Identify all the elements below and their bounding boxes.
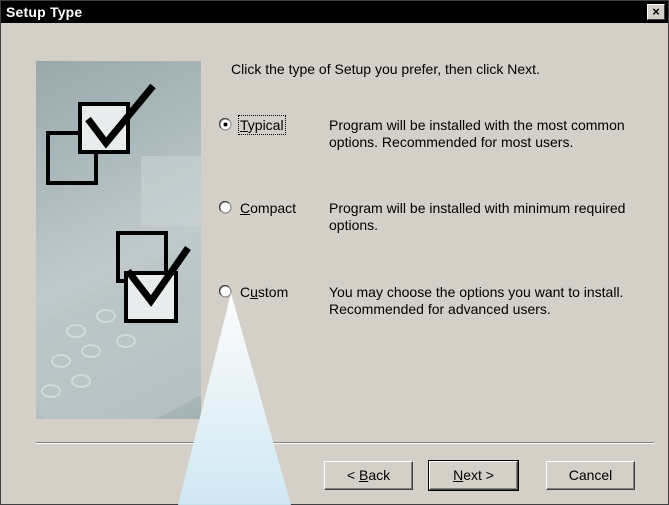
close-icon: × <box>652 4 660 19</box>
button-separator <box>36 442 654 444</box>
option-typical-description: Program will be installed with the most … <box>329 117 625 150</box>
instruction-text: Click the type of Setup you prefer, then… <box>231 61 540 77</box>
option-custom-label[interactable]: Custom <box>240 284 288 300</box>
option-custom-description: You may choose the options you want to i… <box>329 284 624 317</box>
option-typical-label[interactable]: Typical <box>238 115 286 135</box>
option-compact-description: Program will be installed with minimum r… <box>329 200 626 233</box>
title-bar: Setup Type × <box>1 1 668 23</box>
radio-selected-icon[interactable] <box>219 118 232 131</box>
setup-type-dialog: Setup Type × Click the type of Setup you… <box>0 0 669 505</box>
cancel-button[interactable]: Cancel <box>546 461 635 490</box>
setup-illustration <box>36 61 201 419</box>
option-compact-label[interactable]: Compact <box>240 200 296 216</box>
radio-unselected-icon[interactable] <box>219 285 232 298</box>
window-title: Setup Type <box>6 4 83 20</box>
radio-unselected-icon[interactable] <box>219 201 232 214</box>
checkbox-illustration-icon <box>36 83 201 419</box>
close-button[interactable]: × <box>647 4 665 20</box>
next-button[interactable]: Next > <box>428 460 519 491</box>
back-button[interactable]: < Back <box>324 461 413 490</box>
